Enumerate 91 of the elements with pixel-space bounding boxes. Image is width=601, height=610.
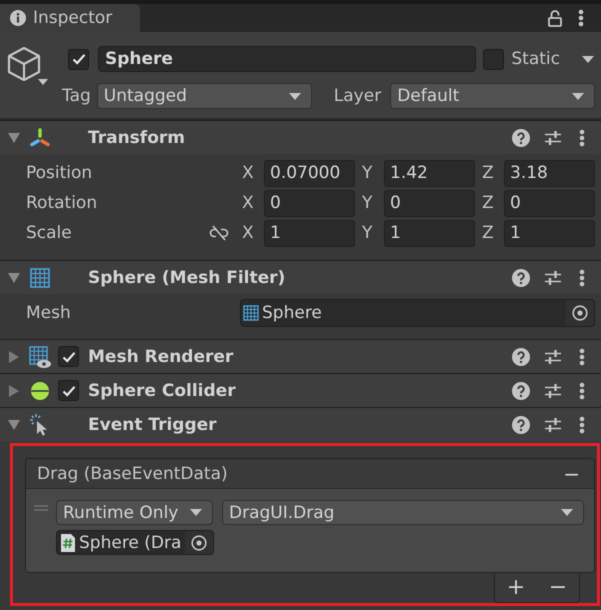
foldout-triangle-icon[interactable] <box>8 272 20 282</box>
sliders-icon[interactable] <box>545 270 561 286</box>
sliders-icon[interactable] <box>545 130 561 146</box>
kebab-menu-icon[interactable] <box>579 416 585 434</box>
check-icon <box>72 53 86 65</box>
number-field[interactable]: 1 <box>264 220 355 246</box>
object-picker-button[interactable] <box>185 531 213 554</box>
enabled-checkbox[interactable] <box>58 346 79 367</box>
tag-dropdown[interactable]: Untagged <box>96 83 312 109</box>
lock-icon[interactable] <box>548 9 562 27</box>
number-field[interactable]: 0 <box>504 190 595 216</box>
axes-icon <box>29 128 51 148</box>
help-icon[interactable] <box>512 268 530 286</box>
number-field[interactable]: 1.42 <box>384 160 475 186</box>
grid-icon <box>30 268 50 288</box>
help-icon[interactable] <box>512 416 530 434</box>
axis-label: Z <box>481 193 495 213</box>
remove-button[interactable]: − <box>543 574 573 600</box>
component-title: Mesh Renderer <box>88 346 234 366</box>
caret-icon <box>561 509 573 516</box>
axis-label: Y <box>361 163 374 183</box>
enabled-checkbox[interactable] <box>58 380 79 401</box>
remove-event-button[interactable]: − <box>559 462 584 486</box>
object-field[interactable]: Sphere <box>240 299 595 327</box>
foldout-triangle-icon[interactable] <box>8 420 20 430</box>
cube-icon[interactable] <box>7 46 41 82</box>
sliders-icon[interactable] <box>545 416 561 432</box>
name-field[interactable]: Sphere <box>98 46 476 72</box>
active-checkbox[interactable] <box>68 48 89 70</box>
panel-tab[interactable]: Inspector <box>0 4 140 32</box>
field-label: Tag <box>62 86 91 106</box>
axis-label: X <box>241 193 255 213</box>
axis-label: Y <box>361 223 374 243</box>
check-icon <box>62 350 76 362</box>
axis-label: X <box>241 163 255 183</box>
number-field[interactable]: 0.07000 <box>264 160 355 186</box>
component-title: Transform <box>88 128 186 148</box>
info-icon <box>10 10 26 26</box>
caret-icon <box>572 92 584 100</box>
kebab-menu-icon[interactable] <box>579 382 585 400</box>
static-checkbox[interactable] <box>483 48 504 70</box>
kebab-menu-icon[interactable] <box>578 9 584 27</box>
field-label: Rotation <box>26 193 98 213</box>
component-title: Sphere Collider <box>88 380 237 400</box>
caret-icon <box>190 509 202 516</box>
foldout-triangle-icon[interactable] <box>9 350 19 362</box>
caret-icon[interactable] <box>38 79 48 85</box>
foldout-triangle-icon[interactable] <box>9 384 19 396</box>
check-icon <box>62 384 76 396</box>
number-field[interactable]: 1 <box>504 220 595 246</box>
mode-dropdown[interactable]: Runtime Only <box>56 500 213 525</box>
event-title: Drag (BaseEventData) <box>37 464 229 484</box>
axis-label: Y <box>361 193 374 213</box>
field-label: Mesh <box>26 303 72 323</box>
field-label: Position <box>26 163 94 183</box>
component-title: Event Trigger <box>88 414 218 434</box>
layer-dropdown[interactable]: Default <box>390 83 595 109</box>
foldout-triangle-icon[interactable] <box>8 132 20 142</box>
broken-link-icon[interactable] <box>209 225 229 241</box>
kebab-menu-icon[interactable] <box>579 128 585 146</box>
target-icon <box>572 305 588 321</box>
object-field[interactable]: Sphere (Dra <box>56 530 214 555</box>
hash-file-icon <box>61 534 75 552</box>
sliders-icon[interactable] <box>545 348 561 364</box>
help-icon[interactable] <box>512 128 530 146</box>
sliders-icon[interactable] <box>545 382 561 398</box>
number-field[interactable]: 3.18 <box>504 160 595 186</box>
number-field[interactable]: 0 <box>384 190 475 216</box>
axis-label: Z <box>481 163 495 183</box>
caret-icon <box>288 92 301 100</box>
object-picker-button[interactable] <box>566 300 594 326</box>
field-label: Layer <box>334 86 382 106</box>
static-label: Static <box>511 49 560 69</box>
number-field[interactable]: 1 <box>384 220 475 246</box>
drag-handle-icon[interactable] <box>34 505 48 511</box>
help-icon[interactable] <box>512 348 530 366</box>
axis-label: X <box>241 223 255 243</box>
number-field[interactable]: 0 <box>264 190 355 216</box>
function-dropdown[interactable]: DragUI.Drag <box>222 500 584 525</box>
component-title: Sphere (Mesh Filter) <box>88 268 286 288</box>
grid-eye-icon <box>29 346 51 368</box>
field-label: Scale <box>26 223 73 243</box>
target-icon <box>191 534 207 550</box>
kebab-menu-icon[interactable] <box>579 348 585 366</box>
grid-icon <box>243 305 259 321</box>
caret-icon[interactable] <box>582 56 594 62</box>
add-button[interactable]: + <box>501 574 531 600</box>
help-icon[interactable] <box>512 382 530 400</box>
kebab-menu-icon[interactable] <box>579 268 585 286</box>
axis-label: Z <box>481 223 495 243</box>
sphere-icon <box>30 380 50 400</box>
